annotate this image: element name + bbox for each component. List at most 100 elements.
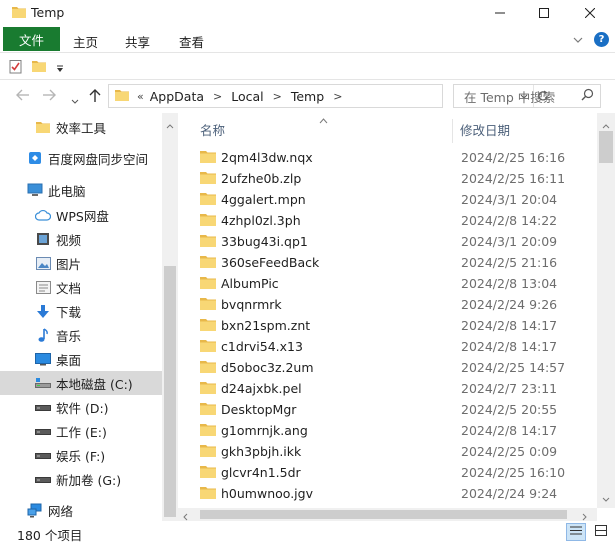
file-row[interactable]: glcvr4n1.5dr 2024/2/25 16:10: [178, 462, 597, 483]
file-row[interactable]: 360seFeedBack 2024/2/5 21:16: [178, 252, 597, 273]
scrollbar-thumb[interactable]: [599, 131, 613, 163]
sidebar-item-drive-d[interactable]: 软件 (D:): [0, 395, 162, 419]
file-name: 2qm4l3dw.nqx: [221, 150, 313, 165]
column-header-name[interactable]: 名称: [200, 113, 225, 145]
file-row[interactable]: 2qm4l3dw.nqx 2024/2/25 16:16: [178, 147, 597, 168]
sidebar-item-drive-e[interactable]: 工作 (E:): [0, 419, 162, 443]
sidebar-item-documents[interactable]: 文档: [0, 275, 162, 299]
file-row[interactable]: d5oboc3z.2um 2024/2/25 14:57: [178, 357, 597, 378]
file-row[interactable]: bvqnrmrk 2024/2/24 9:26: [178, 294, 597, 315]
sidebar-item-this-pc[interactable]: 此电脑: [0, 178, 162, 202]
ribbon-tabs: 文件 主页 共享 查看 ?: [0, 26, 615, 53]
file-date: 2024/3/1 20:04: [461, 192, 558, 207]
horizontal-scrollbar[interactable]: [178, 508, 597, 521]
file-name: glcvr4n1.5dr: [221, 465, 301, 480]
recent-locations-icon[interactable]: [71, 93, 79, 107]
properties-icon[interactable]: [9, 59, 23, 77]
sidebar-item-desktop[interactable]: 桌面: [0, 347, 162, 371]
file-row[interactable]: DesktopMgr 2024/2/5 20:55: [178, 399, 597, 420]
file-row[interactable]: g1omrnjk.ang 2024/2/8 14:17: [178, 420, 597, 441]
help-icon[interactable]: ?: [594, 32, 609, 47]
file-row[interactable]: h0umwnoo.jgv 2024/2/24 9:24: [178, 483, 597, 504]
vertical-scrollbar[interactable]: [597, 113, 615, 508]
breadcrumb-appdata[interactable]: AppData: [150, 89, 204, 104]
folder-icon: [200, 423, 216, 440]
breadcrumb-temp[interactable]: Temp: [291, 89, 324, 104]
scroll-up-arrow-icon[interactable]: [602, 118, 610, 132]
scrollbar-thumb[interactable]: [200, 510, 567, 519]
customize-toolbar-icon[interactable]: [56, 62, 64, 76]
overflow-crumbs[interactable]: «: [137, 90, 144, 103]
maximize-button[interactable]: [521, 0, 567, 26]
tab-share[interactable]: 共享: [125, 32, 150, 51]
file-date: 2024/2/8 14:22: [461, 213, 558, 228]
sidebar-item-network[interactable]: 网络: [0, 498, 162, 521]
column-divider[interactable]: [452, 119, 453, 143]
status-bar: 180 个项目: [0, 521, 615, 542]
chevron-down-icon[interactable]: [573, 33, 583, 47]
sort-ascending-icon: [319, 113, 328, 127]
file-rows: 2qm4l3dw.nqx 2024/2/25 16:16 2ufzhe0b.zl…: [178, 147, 597, 507]
file-name: bvqnrmrk: [221, 297, 282, 312]
address-bar[interactable]: « AppData > Local > Temp >: [108, 84, 548, 108]
file-row[interactable]: c1drvi54.x13 2024/2/8 14:17: [178, 336, 597, 357]
sidebar-item-efficiency-tools[interactable]: 效率工具: [0, 115, 162, 139]
scroll-down-arrow-icon[interactable]: [602, 491, 610, 505]
file-name: c1drvi54.x13: [221, 339, 303, 354]
tab-view[interactable]: 查看: [179, 32, 204, 51]
sidebar-item-music[interactable]: 音乐: [0, 323, 162, 347]
navigation-bar: « AppData > Local > Temp > 在 Temp 中搜索: [0, 80, 615, 113]
file-row[interactable]: 2ufzhe0b.zlp 2024/2/25 16:11: [178, 168, 597, 189]
sidebar-item-drive-g[interactable]: 新加卷 (G:): [0, 467, 162, 491]
sidebar-item-baidu-sync[interactable]: 百度网盘同步空间: [0, 146, 162, 170]
sidebar-item-downloads[interactable]: 下载: [0, 299, 162, 323]
folder-icon: [200, 255, 216, 272]
search-input[interactable]: 在 Temp 中搜索: [453, 84, 601, 108]
cloud-icon: [34, 206, 52, 224]
sidebar-item-drive-c[interactable]: 本地磁盘 (C:): [0, 371, 162, 395]
file-row[interactable]: d24ajxbk.pel 2024/2/7 23:11: [178, 378, 597, 399]
file-date: 2024/2/8 13:04: [461, 276, 558, 291]
file-name: 360seFeedBack: [221, 255, 320, 270]
sidebar-item-videos[interactable]: 视频: [0, 227, 162, 251]
scrollbar-thumb[interactable]: [164, 266, 176, 517]
folder-icon: [200, 213, 216, 230]
file-row[interactable]: 33bug43i.qp1 2024/3/1 20:09: [178, 231, 597, 252]
new-folder-icon[interactable]: [32, 59, 46, 76]
column-header-date-modified[interactable]: 修改日期: [460, 113, 510, 145]
breadcrumb-separator[interactable]: >: [333, 90, 342, 103]
file-name: 2ufzhe0b.zlp: [221, 171, 302, 186]
file-row[interactable]: 4ggalert.mpn 2024/3/1 20:04: [178, 189, 597, 210]
sidebar-item-label: 音乐: [56, 328, 82, 344]
sidebar-item-label: 网络: [48, 503, 74, 519]
tab-file[interactable]: 文件: [3, 27, 60, 51]
file-row[interactable]: AlbumPic 2024/2/8 13:04: [178, 273, 597, 294]
sidebar-item-wps-drive[interactable]: WPS网盘: [0, 203, 162, 227]
breadcrumb-separator[interactable]: >: [273, 90, 282, 103]
tab-home[interactable]: 主页: [73, 32, 98, 51]
back-arrow-icon[interactable]: [16, 89, 30, 104]
file-row[interactable]: bxn21spm.znt 2024/2/8 14:17: [178, 315, 597, 336]
details-view-icon: [570, 525, 582, 539]
pictures-icon: [34, 254, 52, 272]
folder-icon: [200, 318, 216, 335]
folder-icon: [200, 150, 216, 167]
details-view-button[interactable]: [566, 523, 586, 541]
scroll-up-arrow-icon[interactable]: [166, 118, 174, 132]
file-row[interactable]: 4zhpl0zl.3ph 2024/2/8 14:22: [178, 210, 597, 231]
sidebar-item-label: 软件 (D:): [56, 400, 109, 416]
file-row[interactable]: gkh3pbjh.ikk 2024/2/25 0:09: [178, 441, 597, 462]
sidebar-item-drive-f[interactable]: 娱乐 (F:): [0, 443, 162, 467]
breadcrumb-separator[interactable]: >: [213, 90, 222, 103]
file-date: 2024/2/5 20:55: [461, 402, 558, 417]
file-date: 2024/2/25 16:10: [461, 465, 566, 480]
sidebar-item-pictures[interactable]: 图片: [0, 251, 162, 275]
forward-arrow-icon[interactable]: [42, 89, 56, 104]
nav-pane-scrollbar[interactable]: [162, 113, 178, 521]
download-icon: [34, 302, 52, 320]
up-arrow-icon[interactable]: [89, 88, 101, 105]
minimize-button[interactable]: [477, 0, 523, 26]
large-icons-view-button[interactable]: [591, 523, 611, 541]
close-button[interactable]: [567, 0, 613, 26]
breadcrumb-local[interactable]: Local: [231, 89, 263, 104]
